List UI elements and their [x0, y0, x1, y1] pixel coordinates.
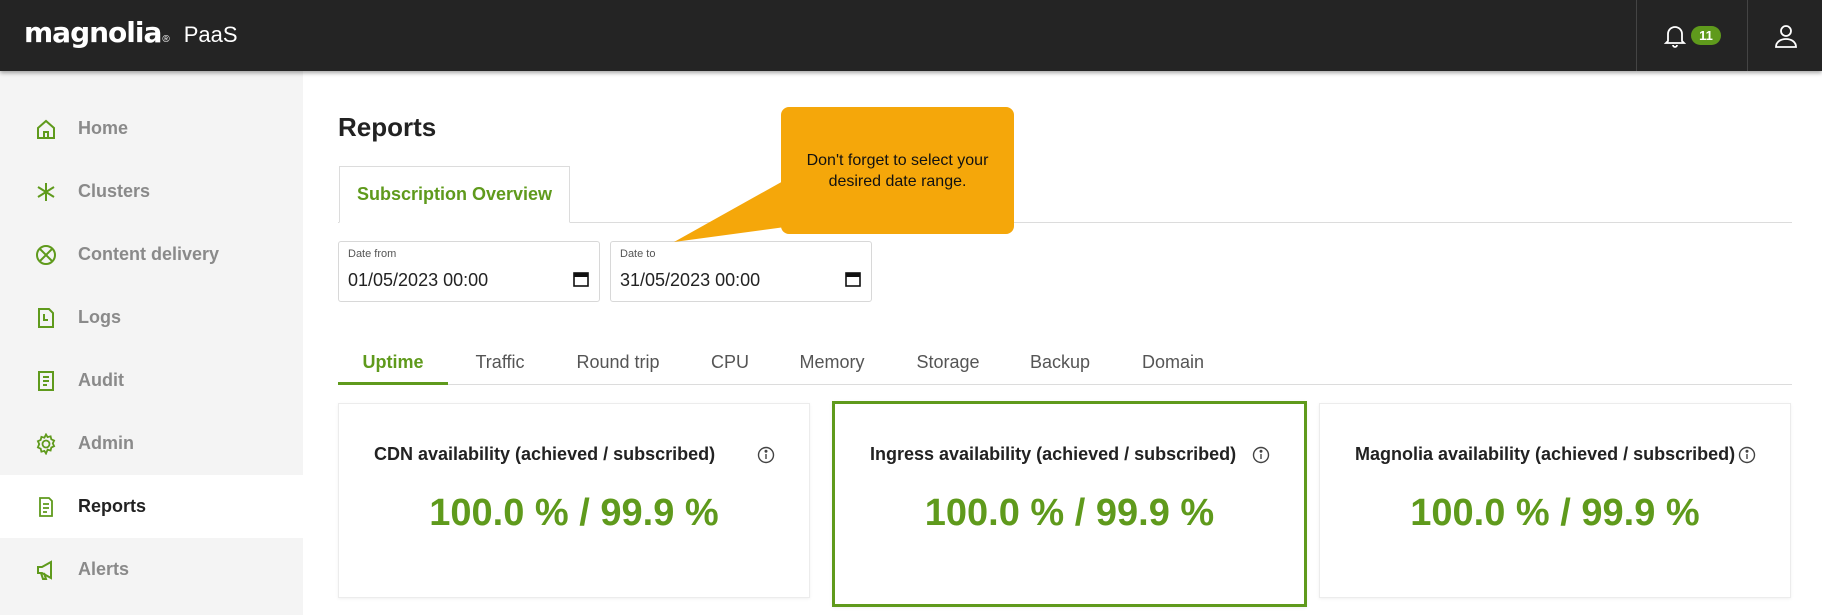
date-to-field[interactable]: Date to 31/05/2023 00:00	[610, 241, 872, 302]
megaphone-icon	[34, 558, 58, 582]
bell-icon	[1663, 25, 1687, 48]
tab-domain[interactable]: Domain	[1138, 340, 1208, 384]
notifications-button[interactable]: 11	[1636, 0, 1748, 71]
card-value: 100.0 % / 99.9 %	[1410, 492, 1700, 534]
cdn-availability-card: CDN availability (achieved / subscribed)…	[338, 403, 810, 598]
sidebar-item-label: Reports	[78, 496, 147, 516]
gear-icon	[34, 432, 58, 456]
active-tab-indicator	[338, 382, 448, 385]
logo-registered-mark: ®	[162, 34, 170, 45]
tab-cpu[interactable]: CPU	[700, 340, 760, 384]
calendar-icon[interactable]	[845, 271, 861, 287]
tabs-divider	[338, 384, 1792, 385]
sidebar-item-label: Content delivery	[78, 244, 220, 264]
cdn-icon	[34, 243, 58, 267]
sidebar-item-label: Clusters	[78, 181, 151, 201]
magnolia-availability-card: Magnolia availability (achieved / subscr…	[1319, 403, 1791, 598]
sidebar-item-content-delivery[interactable]: Content delivery	[0, 223, 303, 286]
notification-count-badge: 11	[1691, 26, 1721, 45]
sidebar-item-reports[interactable]: Reports	[0, 475, 303, 538]
sidebar-item-label: Admin	[78, 433, 134, 453]
card-title: Magnolia availability (achieved / subscr…	[1355, 444, 1736, 464]
sidebar-item-label: Home	[78, 118, 129, 138]
info-icon[interactable]	[757, 446, 775, 464]
top-bar: magnolia ® PaaS 11	[0, 0, 1822, 71]
sidebar: Home Clusters Content delivery Logs Audi…	[0, 71, 303, 615]
ingress-availability-card: Ingress availability (achieved / subscri…	[832, 401, 1307, 607]
magnolia-logo[interactable]: magnolia ® PaaS	[24, 16, 238, 56]
home-icon	[34, 117, 58, 141]
date-to-value: 31/05/2023 00:00	[620, 270, 761, 290]
sidebar-item-logs[interactable]: Logs	[0, 286, 303, 349]
sidebar-item-label: Logs	[78, 307, 121, 327]
logs-icon	[34, 306, 58, 330]
user-menu-button[interactable]	[1749, 0, 1822, 71]
sidebar-item-audit[interactable]: Audit	[0, 349, 303, 412]
card-title: CDN availability (achieved / subscribed)	[374, 444, 716, 464]
asterisk-icon	[34, 180, 58, 204]
sidebar-item-label: Alerts	[78, 559, 130, 579]
audit-icon	[34, 369, 58, 393]
reports-icon	[34, 495, 58, 519]
tab-backup[interactable]: Backup	[1024, 340, 1096, 384]
tab-memory[interactable]: Memory	[790, 340, 874, 384]
card-value: 100.0 % / 99.9 %	[429, 492, 719, 534]
product-name: PaaS	[183, 22, 238, 47]
tab-subscription-overview[interactable]: Subscription Overview	[339, 166, 570, 223]
user-icon	[1774, 24, 1797, 48]
info-icon[interactable]	[1252, 446, 1270, 464]
sidebar-item-clusters[interactable]: Clusters	[0, 160, 303, 223]
card-title: Ingress availability (achieved / subscri…	[870, 444, 1237, 464]
date-range-tooltip: Don't forget to select your desired date…	[781, 107, 1014, 234]
date-from-label: Date from	[348, 248, 397, 260]
calendar-icon[interactable]	[573, 271, 589, 287]
tab-storage[interactable]: Storage	[912, 340, 984, 384]
sidebar-item-home[interactable]: Home	[0, 97, 303, 160]
tab-traffic[interactable]: Traffic	[460, 340, 540, 384]
tab-round-trip[interactable]: Round trip	[568, 340, 668, 384]
sidebar-item-label: Audit	[78, 370, 124, 390]
info-icon[interactable]	[1738, 446, 1756, 464]
date-from-value: 01/05/2023 00:00	[348, 270, 489, 290]
logo-text: magnolia	[24, 16, 162, 49]
date-to-label: Date to	[620, 248, 656, 260]
date-from-field[interactable]: Date from 01/05/2023 00:00	[338, 241, 600, 302]
sidebar-item-admin[interactable]: Admin	[0, 412, 303, 475]
sidebar-item-alerts[interactable]: Alerts	[0, 538, 303, 601]
page-title: Reports	[338, 112, 437, 142]
tab-uptime[interactable]: Uptime	[338, 340, 448, 384]
card-value: 100.0 % / 99.9 %	[924, 492, 1215, 534]
